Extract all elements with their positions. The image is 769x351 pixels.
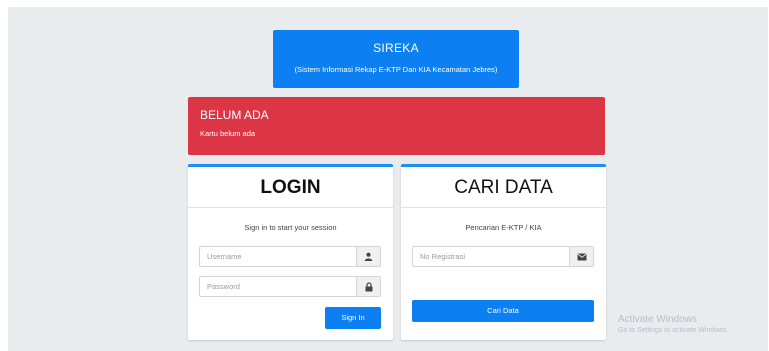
alert-heading: BELUM ADA <box>200 108 269 122</box>
windows-activation-watermark: Activate Windows Go to Settings to activ… <box>618 314 729 334</box>
app-subtitle: (Sistem Informasi Rekap E-KTP Dan KIA Ke… <box>294 65 498 74</box>
password-input[interactable] <box>200 277 357 296</box>
search-title: CARI DATA <box>401 167 606 208</box>
username-field-group <box>199 246 381 267</box>
username-input[interactable] <box>200 247 357 266</box>
login-subtitle: Sign in to start your session <box>244 223 337 232</box>
registration-field-group <box>412 246 594 267</box>
search-data-button[interactable]: Cari Data <box>412 300 594 322</box>
password-field-group <box>199 276 381 297</box>
user-icon <box>356 247 380 266</box>
search-card: CARI DATA Pencarian E-KTP / KIA Cari Dat… <box>401 164 606 340</box>
alert-message: Kartu belum ada <box>200 129 256 138</box>
lock-icon <box>356 277 380 296</box>
search-subtitle: Pencarian E-KTP / KIA <box>465 223 542 232</box>
sign-in-button[interactable]: Sign In <box>325 307 381 329</box>
watermark-line-1: Activate Windows <box>618 314 697 325</box>
status-alert: BELUM ADA Kartu belum ada <box>188 97 605 155</box>
app-title-banner: SIREKA (Sistem Informasi Rekap E-KTP Dan… <box>273 30 519 88</box>
login-title: LOGIN <box>188 167 393 208</box>
registration-number-input[interactable] <box>413 247 570 266</box>
login-card: LOGIN Sign in to start your session Sign… <box>188 164 393 340</box>
watermark-line-2: Go to Settings to activate Windows. <box>618 327 729 334</box>
envelope-icon <box>569 247 593 266</box>
app-title: SIREKA <box>373 41 419 55</box>
